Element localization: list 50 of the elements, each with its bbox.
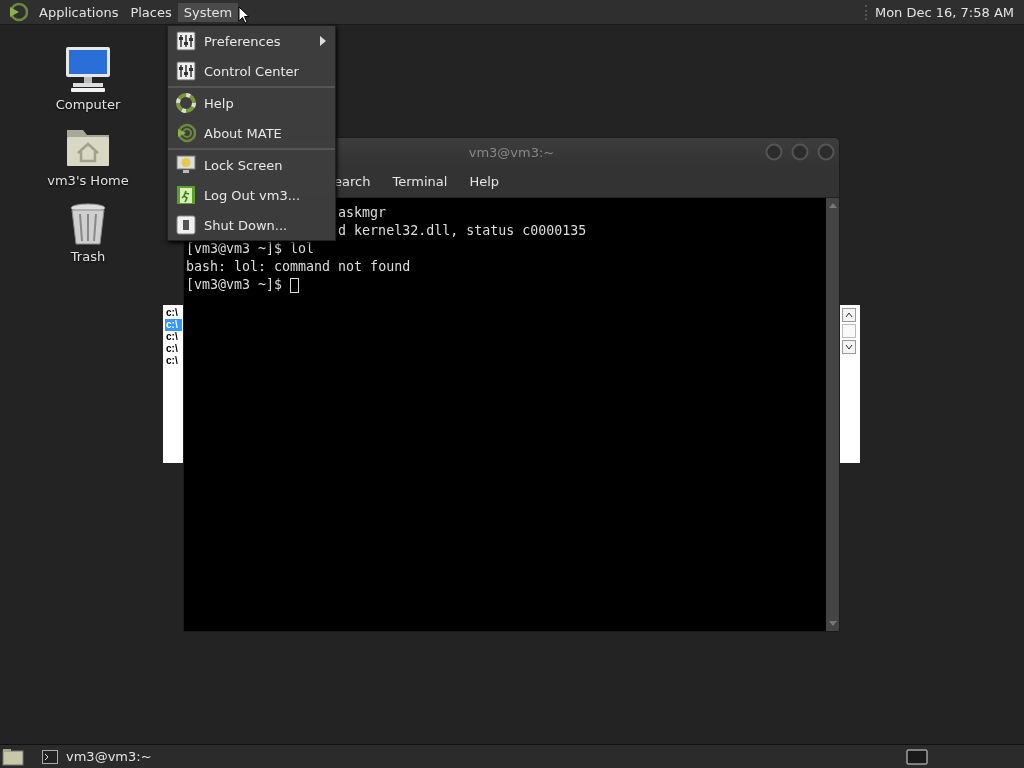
scroll-up-icon[interactable] bbox=[827, 201, 838, 209]
scroll-down-icon[interactable] bbox=[827, 620, 838, 628]
panel-menu[interactable]: System bbox=[177, 2, 239, 22]
list-item[interactable]: c:\ bbox=[165, 331, 182, 343]
desktop-icon-label[interactable]: vm3's Home bbox=[47, 173, 129, 188]
list-item[interactable]: c:\ bbox=[165, 307, 182, 319]
terminal-line: [vm3@vm3 ~]$ bbox=[186, 276, 284, 294]
menu-bar-item[interactable]: Help bbox=[469, 174, 499, 189]
submenu-arrow-icon bbox=[320, 36, 326, 46]
desktop-icon-label[interactable]: Trash bbox=[70, 249, 106, 264]
exit-icon bbox=[176, 185, 196, 205]
lock-screen-icon bbox=[176, 155, 196, 175]
terminal-line: bash: lol: command not found bbox=[186, 258, 411, 276]
desktop-icon-label[interactable]: Computer bbox=[55, 97, 121, 112]
scroll-thumb[interactable] bbox=[842, 324, 856, 338]
menu-bar-item[interactable]: earch bbox=[334, 174, 371, 189]
menu-item[interactable]: Help bbox=[168, 88, 335, 118]
taskbar-button[interactable]: vm3@vm3:~ bbox=[38, 745, 242, 768]
workspace-switcher[interactable] bbox=[906, 748, 928, 765]
shutdown-icon bbox=[176, 215, 196, 235]
list-item[interactable]: c:\ bbox=[165, 355, 182, 367]
menu-bar-item[interactable]: Terminal bbox=[392, 174, 448, 189]
scrollbar[interactable] bbox=[826, 198, 839, 631]
menu-item[interactable]: About MATE bbox=[168, 118, 335, 148]
scroll-down-button[interactable] bbox=[842, 340, 856, 354]
list-item[interactable]: c:\ bbox=[165, 343, 182, 355]
text-cursor bbox=[290, 277, 300, 293]
scroll-up-button[interactable] bbox=[842, 308, 856, 322]
settings-icon bbox=[176, 61, 196, 81]
lifebuoy-icon bbox=[176, 93, 196, 113]
menu-item[interactable]: Log Out vm3... bbox=[168, 180, 335, 210]
panel-menu[interactable]: Applications bbox=[33, 2, 125, 22]
terminal-line: [vm3@vm3 ~]$ lol bbox=[186, 240, 315, 258]
mate-logo-icon[interactable] bbox=[8, 2, 28, 22]
settings-icon bbox=[176, 31, 196, 51]
terminal-line: askmgr bbox=[338, 204, 387, 222]
clock[interactable]: Mon Dec 16, 7:58 AM bbox=[864, 4, 1018, 20]
show-desktop-icon[interactable] bbox=[2, 747, 24, 766]
trash-icon[interactable] bbox=[68, 202, 108, 246]
terminal-icon bbox=[42, 749, 58, 764]
menu-item[interactable]: Lock Screen bbox=[168, 150, 335, 180]
mate-logo-icon bbox=[176, 123, 196, 143]
mouse-pointer-icon bbox=[238, 6, 250, 24]
computer-icon[interactable] bbox=[63, 44, 113, 94]
terminal-line: d kernel32.dll, status c0000135 bbox=[338, 222, 587, 240]
panel-menu[interactable]: Places bbox=[124, 2, 178, 22]
window-title: vm3@vm3:~ bbox=[468, 144, 555, 160]
menu-item[interactable]: Shut Down... bbox=[168, 210, 335, 240]
menu-item[interactable]: Control Center bbox=[168, 56, 335, 86]
menu-item[interactable]: Preferences bbox=[168, 26, 335, 56]
